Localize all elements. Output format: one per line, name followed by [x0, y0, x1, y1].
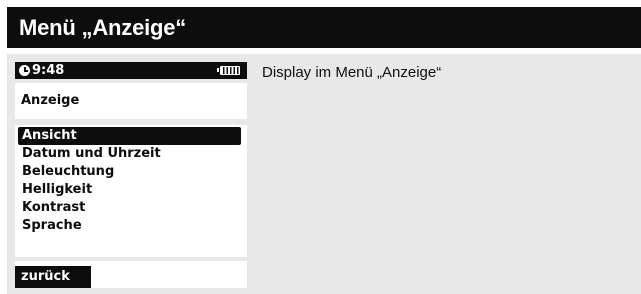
device-display: 9:48 Anzeige Ansicht Datum und Uhrzeit B… [15, 62, 247, 288]
screen-title-box: Anzeige [15, 83, 247, 119]
status-time: 9:48 [32, 63, 65, 78]
screen-title: Anzeige [21, 93, 80, 108]
menu-item-beleuchtung[interactable]: Beleuchtung [18, 163, 241, 181]
battery-icon [217, 66, 240, 75]
clock-icon [19, 65, 30, 76]
section-header: Menü „Anzeige“ [7, 7, 641, 48]
back-button[interactable]: zurück [15, 266, 91, 288]
menu-item-ansicht[interactable]: Ansicht [18, 127, 241, 145]
menu-item-helligkeit[interactable]: Helligkeit [18, 181, 241, 199]
menu-item-sprache[interactable]: Sprache [18, 217, 241, 235]
menu-item-datum-und-uhrzeit[interactable]: Datum und Uhrzeit [18, 145, 241, 163]
display-caption: Display im Menü „Anzeige“ [262, 64, 442, 81]
softkey-bar: zurück [15, 261, 247, 288]
menu-list: Ansicht Datum und Uhrzeit Beleuchtung He… [15, 125, 247, 257]
section-title: Menü „Anzeige“ [19, 14, 187, 40]
status-bar: 9:48 [15, 62, 247, 79]
menu-item-kontrast[interactable]: Kontrast [18, 199, 241, 217]
